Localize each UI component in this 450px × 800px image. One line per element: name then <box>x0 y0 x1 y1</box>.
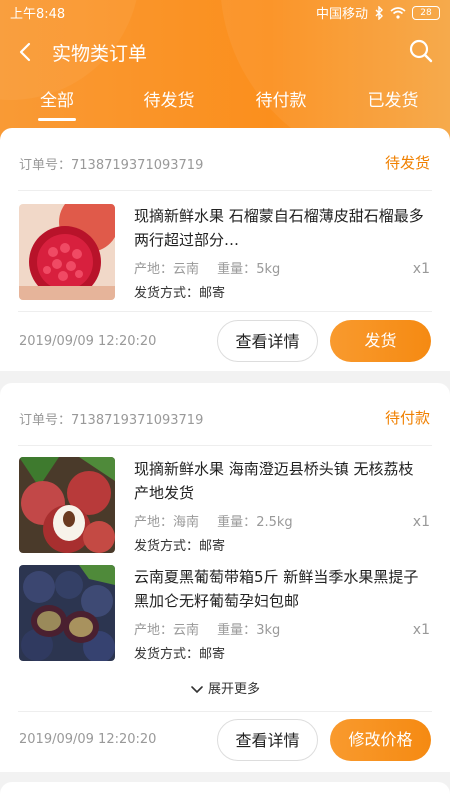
order-item[interactable]: 现摘新鲜水果 海南澄迈县桥头镇 无核荔枝 产地发货 产地：海南 重量：2.5kg… <box>0 457 450 557</box>
tab-shipped[interactable]: 已发货 <box>343 86 443 111</box>
shipping-label: 发货方式： <box>134 647 200 662</box>
tab-active-indicator <box>38 118 76 121</box>
quantity: x1 <box>412 261 430 277</box>
weight-label: 重量： <box>217 262 257 277</box>
divider <box>18 190 432 191</box>
battery-icon: 28 <box>412 5 440 20</box>
carrier-name: 中国移动 <box>315 7 368 22</box>
shipping-value: 邮寄 <box>199 539 226 554</box>
origin-value: 海南 <box>173 515 200 530</box>
page-title: 实物类订单 <box>52 43 148 65</box>
order-number: 订单号：7138719371093719 <box>19 158 204 173</box>
back-arrow-icon[interactable] <box>14 38 38 66</box>
order-status: 待发货 <box>384 154 430 172</box>
shipping-value: 邮寄 <box>199 286 226 301</box>
tab-label: 已发货 <box>367 91 419 111</box>
product-name: 现摘新鲜水果 海南澄迈县桥头镇 无核荔枝 产地发货 <box>134 460 414 502</box>
divider <box>18 311 432 312</box>
modify-price-button[interactable]: 修改价格 <box>330 719 431 761</box>
chevron-down-icon <box>191 685 203 693</box>
divider <box>18 711 432 712</box>
tab-bar: 全部 待发货 待付款 已发货 <box>0 86 450 126</box>
order-date: 2019/09/09 12:20:20 <box>19 334 157 349</box>
quantity: x1 <box>412 622 430 638</box>
grape-image <box>19 565 115 661</box>
product-name: 云南夏黑葡萄带箱5斤 新鲜当季水果黑提子黑加仑无籽葡萄孕妇包邮 <box>134 568 419 610</box>
order-card: 订单号：7138719371093719 待发货 现摘新鲜水果 石榴蒙自石榴薄皮… <box>0 128 450 371</box>
ship-button[interactable]: 发货 <box>330 320 431 362</box>
order-card <box>0 782 450 800</box>
product-name: 现摘新鲜水果 石榴蒙自石榴薄皮甜石榴最多两行超过部分… <box>134 207 424 249</box>
wifi-icon <box>390 6 406 19</box>
origin-label: 产地： <box>134 623 174 638</box>
shipping-method: 发货方式：邮寄 <box>134 643 225 662</box>
status-time: 上午8:48 <box>10 7 66 22</box>
tab-to-ship[interactable]: 待发货 <box>119 86 219 111</box>
weight-value: 2.5kg <box>256 515 293 530</box>
divider <box>18 445 432 446</box>
weight-value: 5kg <box>256 262 281 277</box>
status-bar: 上午8:48 中国移动 28 <box>0 0 450 24</box>
bluetooth-icon <box>375 5 383 20</box>
origin-label: 产地： <box>134 515 174 530</box>
expand-more-button[interactable]: 展开更多 <box>0 678 450 697</box>
shipping-method: 发货方式：邮寄 <box>134 282 225 301</box>
tab-label: 全部 <box>40 91 74 111</box>
pomegranate-image <box>19 204 115 300</box>
lychee-image <box>19 457 115 553</box>
shipping-label: 发货方式： <box>134 539 200 554</box>
weight-value: 3kg <box>256 623 281 638</box>
order-status: 待付款 <box>384 409 430 427</box>
shipping-label: 发货方式： <box>134 286 200 301</box>
tab-all[interactable]: 全部 <box>7 86 107 121</box>
weight-label: 重量： <box>217 623 257 638</box>
product-meta: 产地：云南 重量：5kg <box>134 258 280 277</box>
expand-more-label: 展开更多 <box>207 682 260 697</box>
origin-value: 云南 <box>173 262 200 277</box>
shipping-method: 发货方式：邮寄 <box>134 535 225 554</box>
shipping-value: 邮寄 <box>199 647 226 662</box>
order-item[interactable]: 云南夏黑葡萄带箱5斤 新鲜当季水果黑提子黑加仑无籽葡萄孕妇包邮 产地：云南 重量… <box>0 565 450 665</box>
navbar: 实物类订单 <box>0 30 450 74</box>
search-icon[interactable] <box>408 38 434 64</box>
quantity: x1 <box>412 514 430 530</box>
order-date: 2019/09/09 12:20:20 <box>19 732 157 747</box>
origin-value: 云南 <box>173 623 200 638</box>
view-details-button[interactable]: 查看详情 <box>217 719 318 761</box>
tab-label: 待发货 <box>143 91 195 111</box>
weight-label: 重量： <box>217 515 257 530</box>
order-item[interactable]: 现摘新鲜水果 石榴蒙自石榴薄皮甜石榴最多两行超过部分… 产地：云南 重量：5kg… <box>0 204 450 304</box>
tab-label: 待付款 <box>255 91 307 111</box>
order-number: 订单号：7138719371093719 <box>19 413 204 428</box>
product-meta: 产地：云南 重量：3kg <box>134 619 280 638</box>
product-meta: 产地：海南 重量：2.5kg <box>134 511 293 530</box>
origin-label: 产地： <box>134 262 174 277</box>
card-gap <box>0 371 450 383</box>
tab-to-pay[interactable]: 待付款 <box>231 86 331 111</box>
view-details-button[interactable]: 查看详情 <box>217 320 318 362</box>
